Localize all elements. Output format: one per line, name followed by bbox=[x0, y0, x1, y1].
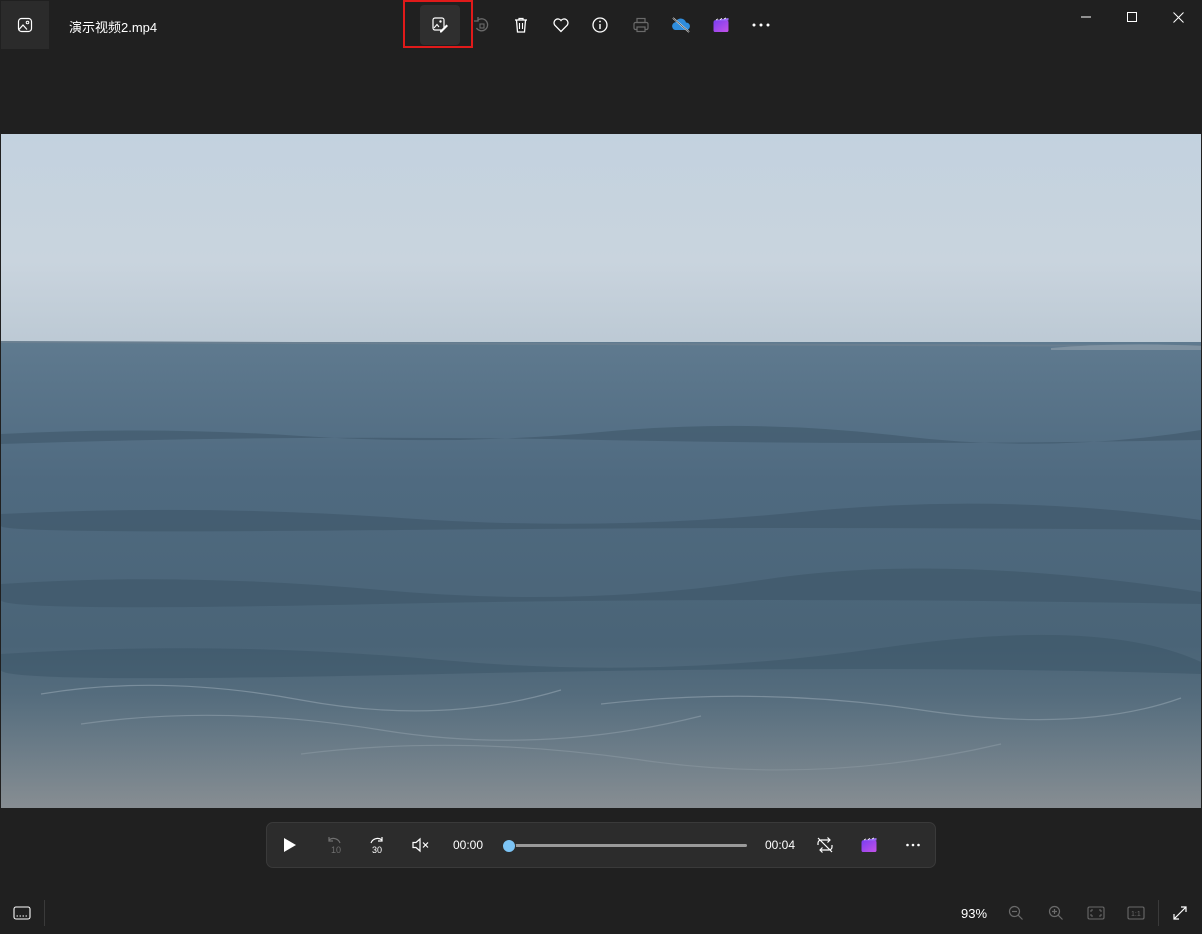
maximize-button[interactable] bbox=[1109, 0, 1155, 34]
info-button[interactable] bbox=[580, 5, 620, 45]
seek-thumb[interactable] bbox=[502, 839, 516, 853]
status-bar: 93% 1:1 bbox=[0, 893, 1202, 934]
fullscreen-expand-icon bbox=[1173, 906, 1187, 920]
favorite-heart-icon bbox=[553, 18, 569, 33]
repeat-button[interactable] bbox=[809, 829, 841, 861]
zoom-in-button[interactable] bbox=[1046, 903, 1066, 923]
mute-button[interactable] bbox=[405, 829, 437, 861]
player-more-button[interactable] bbox=[897, 829, 929, 861]
skip-forward-button[interactable]: 30 bbox=[361, 829, 393, 861]
filmstrip-button[interactable] bbox=[12, 903, 32, 923]
print-button[interactable] bbox=[621, 5, 661, 45]
skip-forward-30-icon: 30 bbox=[370, 837, 383, 855]
clipchamp-player-button[interactable] bbox=[853, 829, 885, 861]
video-frame[interactable] bbox=[1, 134, 1201, 808]
delete-button[interactable] bbox=[501, 5, 541, 45]
photos-app-icon[interactable] bbox=[1, 1, 49, 49]
actual-size-button[interactable]: 1:1 bbox=[1126, 903, 1146, 923]
file-name: 演示视频2.mp4 bbox=[69, 20, 158, 35]
onedrive-button[interactable] bbox=[661, 5, 701, 45]
minimize-button[interactable] bbox=[1063, 0, 1109, 34]
filmstrip-icon bbox=[13, 906, 31, 920]
fullscreen-button[interactable] bbox=[1170, 903, 1190, 923]
maximize-icon bbox=[1127, 12, 1137, 22]
more-options-button[interactable] bbox=[741, 5, 781, 45]
actual-size-icon: 1:1 bbox=[1127, 906, 1145, 920]
favorite-button[interactable] bbox=[541, 5, 581, 45]
player-controls: 10 30 00:00 00:04 bbox=[266, 822, 936, 868]
play-icon bbox=[284, 838, 296, 852]
clipchamp-icon bbox=[861, 837, 877, 852]
close-icon bbox=[1172, 11, 1184, 23]
more-icon bbox=[906, 843, 920, 847]
print-icon bbox=[633, 17, 649, 33]
zoom-out-button[interactable] bbox=[1006, 903, 1026, 923]
svg-text:1:1: 1:1 bbox=[1131, 911, 1141, 918]
close-button[interactable] bbox=[1155, 0, 1201, 34]
repeat-off-icon bbox=[817, 837, 833, 853]
svg-text:30: 30 bbox=[372, 845, 382, 855]
current-time: 00:00 bbox=[453, 838, 484, 852]
status-divider bbox=[44, 900, 45, 926]
info-icon bbox=[592, 17, 608, 33]
fit-window-icon bbox=[1087, 906, 1105, 920]
more-icon bbox=[752, 23, 770, 27]
total-time: 00:04 bbox=[765, 838, 796, 852]
onedrive-cloud-icon bbox=[672, 17, 690, 33]
skip-back-button[interactable]: 10 bbox=[318, 829, 350, 861]
seek-track[interactable] bbox=[509, 844, 747, 847]
delete-icon bbox=[515, 17, 527, 33]
skip-back-10-icon: 10 bbox=[328, 837, 341, 855]
svg-text:10: 10 bbox=[331, 845, 341, 855]
rotate-icon bbox=[474, 17, 489, 32]
play-button[interactable] bbox=[274, 829, 306, 861]
fit-to-window-button[interactable] bbox=[1086, 903, 1106, 923]
volume-muted-icon bbox=[412, 837, 429, 853]
status-divider bbox=[1158, 900, 1159, 926]
rotate-button[interactable] bbox=[461, 5, 501, 45]
zoom-out-icon bbox=[1008, 905, 1023, 920]
zoom-in-icon bbox=[1048, 905, 1063, 920]
minimize-icon bbox=[1081, 16, 1091, 18]
clipchamp-icon bbox=[713, 17, 729, 32]
clipchamp-button[interactable] bbox=[701, 5, 741, 45]
title-bar: 演示视频2.mp4 bbox=[0, 0, 1202, 50]
zoom-level: 93% bbox=[961, 906, 988, 921]
